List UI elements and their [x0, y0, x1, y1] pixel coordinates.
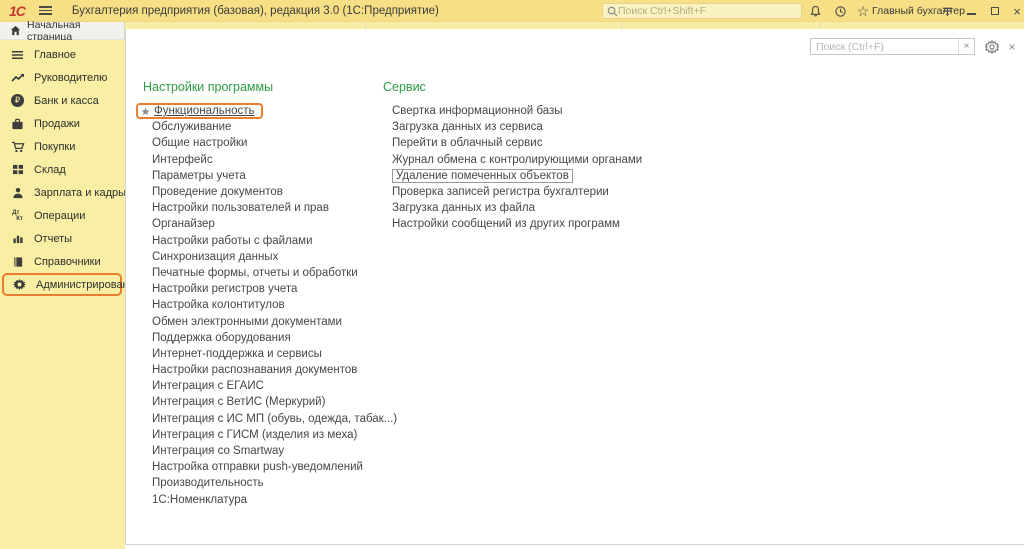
list-lines-icon — [9, 47, 26, 62]
link-delete-marked-objects[interactable]: Удаление помеченных объектов — [392, 169, 573, 183]
panel-settings-gear-icon[interactable] — [983, 38, 1001, 56]
link-vetis-integration[interactable]: Интеграция с ВетИС (Меркурий) — [152, 396, 325, 408]
link-check-register-records[interactable]: Проверка записей регистра бухгалтерии — [392, 186, 609, 198]
link-users-rights[interactable]: Настройки пользователей и прав — [152, 202, 329, 214]
notifications-bell-icon[interactable] — [804, 0, 826, 22]
sidebar-item-reports[interactable]: Отчеты — [0, 227, 125, 250]
link-organizer[interactable]: Органайзер — [152, 218, 215, 230]
minimize-button[interactable] — [960, 0, 982, 22]
panel-search-input[interactable] — [811, 41, 958, 53]
link-maintenance[interactable]: Обслуживание — [152, 121, 231, 133]
person-icon — [9, 185, 26, 200]
link-push-notifications[interactable]: Настройка отправки push-уведомлений — [152, 461, 363, 473]
link-file-settings[interactable]: Настройки работы с файлами — [152, 235, 313, 247]
gear-icon — [11, 277, 28, 292]
sidebar-item-label: Склад — [34, 164, 66, 176]
sidebar-item-label: Покупки — [34, 141, 75, 153]
link-egais-integration[interactable]: Интеграция с ЕГАИС — [152, 380, 264, 392]
sidebar-item-label: Операции — [34, 210, 85, 222]
link-general-settings[interactable]: Общие настройки — [152, 137, 247, 149]
link-equipment-support[interactable]: Поддержка оборудования — [152, 332, 291, 344]
book-icon — [9, 254, 26, 269]
briefcase-icon — [9, 116, 26, 131]
favorite-star-icon[interactable] — [141, 107, 150, 116]
sidebar-item-manager[interactable]: Руководителю — [0, 66, 125, 89]
sidebar-item-main[interactable]: Главное — [0, 43, 125, 66]
section-sidebar: Главное Руководителю ₽ Банк и касса Прод… — [0, 40, 125, 549]
sidebar-item-label: Зарплата и кадры — [34, 187, 126, 199]
sidebar-item-label: Банк и касса — [34, 95, 99, 107]
sidebar-item-operations[interactable]: ДтКт Операции — [0, 204, 125, 227]
sidebar-item-label: Отчеты — [34, 233, 72, 245]
window-title: Бухгалтерия предприятия (базовая), редак… — [72, 5, 439, 17]
link-ismp-integration[interactable]: Интеграция с ИС МП (обувь, одежда, табак… — [152, 413, 397, 425]
link-document-recognition[interactable]: Настройки распознавания документов — [152, 364, 357, 376]
link-gism-integration[interactable]: Интеграция с ГИСМ (изделия из меха) — [152, 429, 357, 441]
search-icon — [607, 6, 618, 17]
link-print-forms[interactable]: Печатные формы, отчеты и обработки — [152, 267, 358, 279]
highlight-annotation: Функциональность — [136, 103, 263, 119]
sidebar-item-references[interactable]: Справочники — [0, 250, 125, 273]
bar-chart-icon — [9, 231, 26, 246]
link-exchange-journal[interactable]: Журнал обмена с контролирующими органами — [392, 154, 642, 166]
history-icon[interactable] — [829, 0, 851, 22]
maximize-button[interactable] — [984, 0, 1006, 22]
home-tab-label: Начальная страница — [27, 19, 124, 43]
sidebar-item-label: Справочники — [34, 256, 101, 268]
column-header: Настройки программы — [143, 80, 397, 94]
1c-logo-icon: 1С — [9, 3, 25, 19]
trend-up-icon — [9, 70, 26, 85]
home-icon — [10, 25, 21, 36]
dt-kt-icon: ДтКт — [9, 208, 26, 223]
panel-close-icon[interactable]: × — [1003, 38, 1021, 56]
open-windows-strip — [125, 22, 1024, 29]
link-messages-settings[interactable]: Настройки сообщений из других программ — [392, 218, 620, 230]
column-header: Сервис — [383, 80, 642, 94]
cart-icon — [9, 139, 26, 154]
sidebar-item-label: Руководителю — [34, 72, 107, 84]
sidebar-item-label: Главное — [34, 49, 76, 61]
tab-home-page[interactable]: Начальная страница — [0, 22, 125, 40]
link-1c-nomenclature[interactable]: 1С:Номенклатура — [152, 494, 247, 506]
link-infobase-collapse[interactable]: Свертка информационной базы — [392, 105, 563, 117]
panel-search-box[interactable]: × — [810, 38, 975, 55]
link-load-from-service[interactable]: Загрузка данных из сервиса — [392, 121, 543, 133]
ruble-coin-icon: ₽ — [9, 93, 26, 108]
link-internet-support[interactable]: Интернет-поддержка и сервисы — [152, 348, 322, 360]
link-accounting-parameters[interactable]: Параметры учета — [152, 170, 246, 182]
sidebar-item-bank-cash[interactable]: ₽ Банк и касса — [0, 89, 125, 112]
link-data-sync[interactable]: Синхронизация данных — [152, 251, 278, 263]
app-window: 1С Бухгалтерия предприятия (базовая), ре… — [0, 0, 1024, 549]
link-headers-footers[interactable]: Настройка колонтитулов — [152, 299, 285, 311]
sidebar-item-administration[interactable]: Администрирование — [2, 273, 122, 296]
link-smartway-integration[interactable]: Интеграция со Smartway — [152, 445, 284, 457]
link-go-to-cloud[interactable]: Перейти в облачный сервис — [392, 137, 542, 149]
link-edi-exchange[interactable]: Обмен электронными документами — [152, 316, 342, 328]
link-functionality[interactable]: Функциональность — [154, 105, 255, 117]
program-settings-column: Настройки программы Функциональность Обс… — [143, 80, 397, 508]
link-interface[interactable]: Интерфейс — [152, 154, 213, 166]
sidebar-item-purchases[interactable]: Покупки — [0, 135, 125, 158]
clear-search-icon[interactable]: × — [958, 39, 974, 54]
grid-icon — [9, 162, 26, 177]
service-menu-icon[interactable] — [936, 0, 958, 22]
link-register-settings[interactable]: Настройки регистров учета — [152, 283, 297, 295]
global-search-box[interactable] — [602, 3, 802, 19]
service-column: Сервис Свертка информационной базы Загру… — [383, 80, 642, 233]
sidebar-item-warehouse[interactable]: Склад — [0, 158, 125, 181]
global-search-input[interactable] — [618, 5, 797, 17]
link-performance[interactable]: Производительность — [152, 477, 264, 489]
link-document-posting[interactable]: Проведение документов — [152, 186, 283, 198]
close-window-button[interactable]: × — [1006, 0, 1024, 22]
favorites-star-icon[interactable]: ☆ — [852, 0, 874, 22]
sidebar-item-label: Продажи — [34, 118, 80, 130]
sidebar-item-sales[interactable]: Продажи — [0, 112, 125, 135]
main-menu-icon[interactable] — [39, 6, 52, 15]
link-load-from-file[interactable]: Загрузка данных из файла — [392, 202, 535, 214]
sidebar-item-salary-hr[interactable]: Зарплата и кадры — [0, 181, 125, 204]
